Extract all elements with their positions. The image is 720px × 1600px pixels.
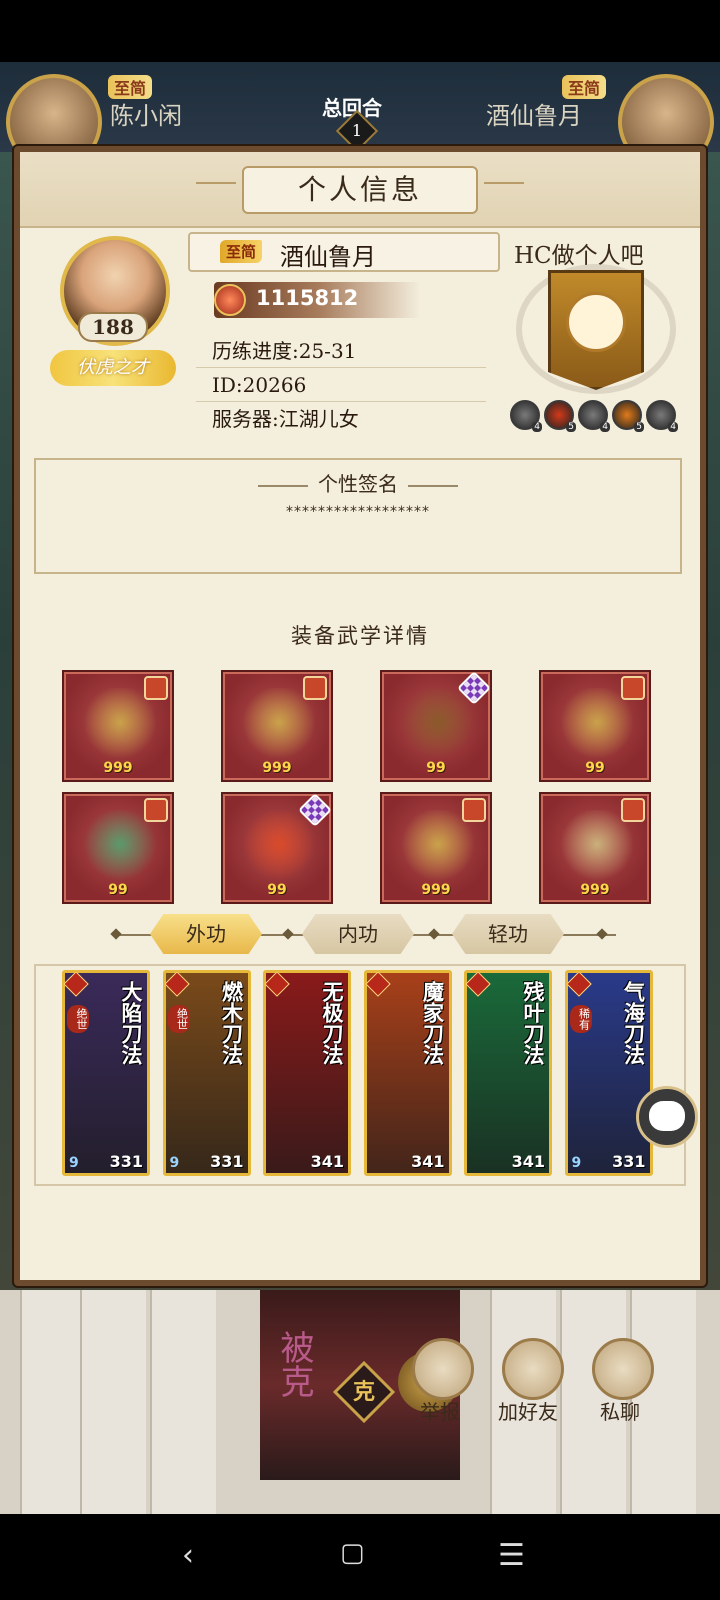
id-line: ID:20266 — [196, 368, 486, 402]
equipment-slot-belt[interactable]: 99 — [380, 670, 492, 782]
skill-name: 残叶刀法 — [521, 981, 546, 1065]
skill-level: 341 — [411, 1152, 445, 1171]
skill-card[interactable]: 无极刀法 341 — [263, 970, 351, 1176]
home-icon[interactable]: ▢ — [340, 1538, 365, 1568]
skill-card[interactable]: 绝世 大陷刀法 9 331 — [62, 970, 150, 1176]
right-player-name: 酒仙鲁月 — [486, 102, 582, 130]
equipment-quantity: 999 — [580, 882, 610, 898]
modal-title: 个人信息 — [242, 166, 478, 214]
medal-icon[interactable]: 4 — [646, 400, 678, 432]
grade-icon — [144, 798, 168, 822]
combat-power: 1115812 — [214, 282, 420, 318]
signature-text: ****************** — [286, 504, 430, 520]
chat-bubble-icon[interactable] — [636, 1086, 698, 1148]
equipment-quantity: 999 — [103, 760, 133, 776]
private-chat-button[interactable] — [592, 1338, 654, 1400]
android-nav-bar: ‹ ▢ ☰ — [0, 1514, 720, 1600]
skill-rank: 稀有 — [569, 1005, 592, 1033]
skill-name: 无极刀法 — [320, 981, 345, 1065]
equipment-section-title: 装备武学详情 — [291, 624, 429, 648]
skill-level: 341 — [310, 1152, 344, 1171]
grade-icon — [462, 798, 486, 822]
skill-name: 大陷刀法 — [119, 981, 144, 1065]
tab-internal[interactable]: 内功 — [302, 914, 414, 954]
equipment-quantity: 99 — [426, 760, 446, 776]
signature-box: 个性签名 ****************** — [34, 458, 682, 574]
grade-icon — [144, 676, 168, 700]
medal-icon[interactable]: 4 — [578, 400, 610, 432]
medal-icon[interactable]: 5 — [612, 400, 644, 432]
skill-card[interactable]: 稀有 气海刀法 9 331 — [564, 970, 653, 1176]
equipment-slot-hair-ornament[interactable]: 99 — [221, 792, 333, 904]
left-player-name: 陈小闲 — [110, 102, 182, 130]
profile-modal: 个人信息 188 伏虎之才 至简 酒仙鲁月 1115812 历练进度:25-31… — [14, 146, 706, 1424]
equipment-slot-boots[interactable]: 99 — [539, 670, 651, 782]
report-label[interactable]: 举报 — [420, 1396, 460, 1425]
player-level: 188 — [78, 312, 148, 342]
skill-name: 魔家刀法 — [420, 981, 446, 1065]
equipment-slot-bracelet[interactable]: 999 — [380, 792, 492, 904]
skill-seal-icon — [364, 971, 391, 997]
add-friend-button[interactable] — [502, 1338, 564, 1400]
report-button[interactable] — [412, 1338, 474, 1400]
equipment-quantity: 999 — [421, 882, 451, 898]
equipment-slot-necklace[interactable]: 99 — [62, 792, 174, 904]
grade-icon — [621, 676, 645, 700]
skill-level: 331 — [612, 1152, 646, 1171]
progress-line: 历练进度:25-31 — [196, 334, 486, 368]
private-chat-label[interactable]: 私聊 — [600, 1396, 640, 1425]
grade-icon — [303, 676, 327, 700]
skill-card[interactable]: 残叶刀法 341 — [464, 970, 552, 1176]
skill-name: 气海刀法 — [621, 981, 647, 1065]
grade-icon — [621, 798, 645, 822]
modal-header: 个人信息 — [20, 152, 700, 228]
equipment-slot-armor[interactable]: 999 — [221, 670, 333, 782]
skill-seal-icon — [465, 971, 491, 997]
skill-stage: 9 — [169, 1155, 180, 1171]
skill-card[interactable]: 魔家刀法 341 — [363, 970, 452, 1176]
guild-emblem-icon — [566, 292, 626, 352]
skill-rank: 绝世 — [67, 1005, 89, 1033]
banner-text: 被克 — [274, 1330, 314, 1398]
skill-name: 燃木刀法 — [219, 981, 245, 1065]
equipment-quantity: 999 — [262, 760, 292, 776]
skill-seal-icon — [565, 971, 592, 997]
skill-stage: 9 — [69, 1155, 79, 1171]
equipment-quantity: 99 — [585, 760, 605, 776]
hair-ornament-icon — [241, 810, 317, 886]
tab-external[interactable]: 外功 — [150, 914, 262, 954]
skill-card[interactable]: 绝世 燃木刀法 9 331 — [162, 970, 251, 1176]
recents-icon[interactable]: ☰ — [498, 1538, 525, 1573]
belt-icon — [400, 688, 476, 764]
player-name: 酒仙鲁月 — [280, 243, 376, 271]
counter-badge: 克 — [332, 1360, 396, 1424]
skill-rank: 绝世 — [167, 1005, 190, 1033]
server-line: 服务器:江湖儿女 — [212, 407, 359, 431]
skill-level: 331 — [109, 1152, 143, 1171]
power-value: 1115812 — [256, 286, 359, 310]
equipment-slot-ring[interactable]: 999 — [539, 792, 651, 904]
equipment-slot-weapon-dagger[interactable]: 999 — [62, 670, 174, 782]
skill-stage: 9 — [571, 1155, 582, 1171]
player-title-badge: 伏虎之才 — [50, 350, 176, 386]
skill-level: 331 — [210, 1152, 244, 1171]
tab-lightness[interactable]: 轻功 — [452, 914, 564, 954]
skill-seal-icon — [63, 971, 89, 997]
player-tag: 至简 — [220, 240, 263, 263]
equipment-quantity: 99 — [267, 882, 287, 898]
skill-level: 341 — [511, 1152, 545, 1171]
skill-seal-icon — [264, 971, 290, 997]
player-name-box: 至简 酒仙鲁月 — [188, 232, 500, 272]
power-icon — [214, 284, 246, 316]
medal-icon[interactable]: 4 — [510, 400, 542, 432]
medal-icon[interactable]: 5 — [544, 400, 576, 432]
equipment-quantity: 99 — [108, 882, 128, 898]
back-icon[interactable]: ‹ — [182, 1538, 194, 1573]
add-friend-label[interactable]: 加好友 — [498, 1396, 558, 1425]
signature-title: 个性签名 — [36, 468, 680, 497]
skill-seal-icon — [163, 971, 190, 997]
